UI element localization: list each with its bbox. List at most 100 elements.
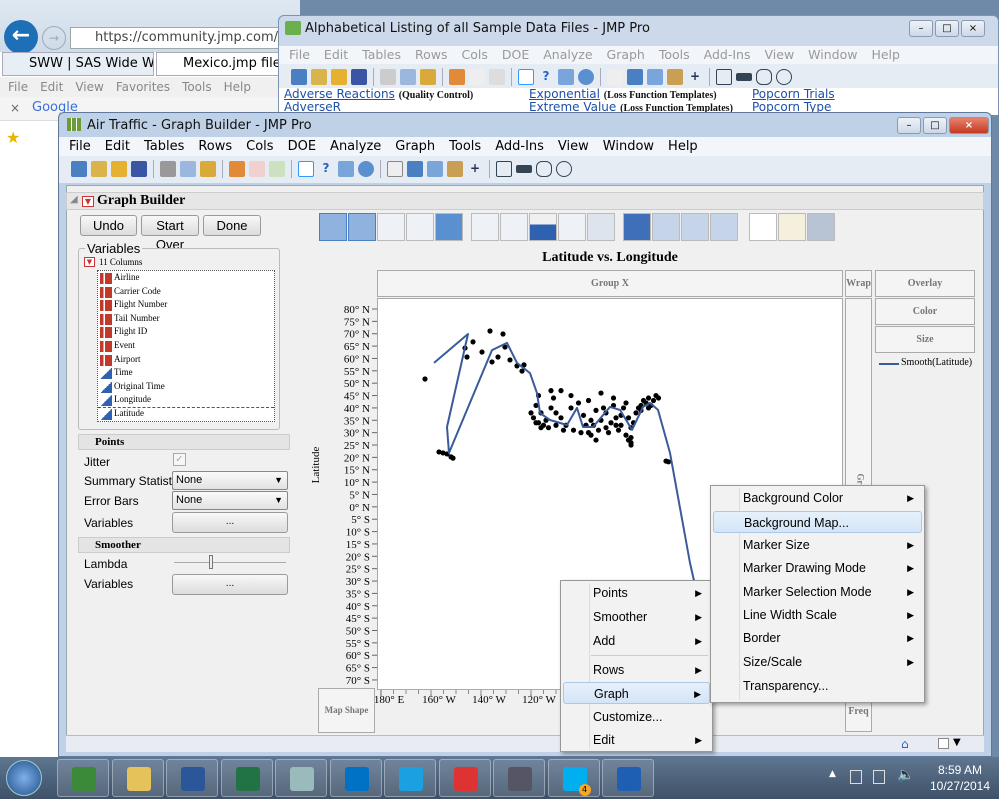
menu-item-edit[interactable]: Edit ▶ — [563, 729, 710, 751]
data-point — [633, 410, 639, 416]
y-tick-label: 35° N — [344, 415, 370, 427]
data-point — [580, 412, 587, 418]
menu-item-background-color[interactable]: Background Color ▶ — [713, 487, 922, 509]
submenu-arrow-icon: ▶ — [695, 636, 702, 646]
data-point — [553, 410, 559, 416]
data-point — [645, 405, 652, 411]
y-tick-label: 40° N — [344, 403, 370, 415]
data-point — [613, 422, 619, 428]
menu-item-size-scale[interactable]: Size/Scale ▶ — [713, 651, 922, 673]
y-tick-label: 65° N — [344, 341, 370, 353]
smoother-line — [433, 333, 696, 586]
submenu-arrow-icon: ▶ — [694, 689, 701, 699]
submenu-arrow-icon: ▶ — [907, 633, 914, 643]
data-point — [628, 442, 634, 448]
submenu-arrow-icon: ▶ — [907, 587, 914, 597]
menu-item-line-width-scale[interactable]: Line Width Scale ▶ — [713, 604, 922, 626]
data-point — [623, 400, 629, 406]
data-point — [558, 415, 564, 421]
y-tick-label: 5° S — [351, 514, 370, 526]
y-tick-label: 60° S — [346, 650, 370, 662]
data-point — [436, 449, 442, 455]
data-point — [470, 339, 476, 345]
menu-item-marker-selection-mode[interactable]: Marker Selection Mode ▶ — [713, 581, 922, 603]
menu-item-background-map[interactable]: Background Map... — [713, 511, 922, 533]
y-tick-label: 40° S — [346, 601, 370, 613]
submenu-arrow-icon: ▶ — [907, 610, 914, 620]
menu-item-marker-size[interactable]: Marker Size ▶ — [713, 534, 922, 556]
data-point — [538, 425, 544, 431]
y-tick-label: 35° S — [346, 588, 370, 600]
data-point — [560, 427, 567, 433]
data-point — [588, 432, 594, 438]
data-point — [558, 388, 564, 394]
submenu-arrow-icon: ▶ — [695, 612, 702, 622]
context-menu: Points ▶ Smoother ▶ Add ▶ Rows ▶ Graph ▶ Cust… — [560, 580, 713, 752]
data-point — [575, 400, 582, 406]
submenu-arrow-icon: ▶ — [907, 493, 914, 503]
submenu-arrow-icon: ▶ — [695, 665, 702, 675]
data-point — [585, 397, 592, 404]
data-point — [533, 420, 539, 426]
y-tick-label: 15° S — [346, 539, 370, 551]
y-tick-label: 75° N — [344, 316, 370, 328]
data-point — [600, 405, 607, 411]
data-point — [422, 376, 428, 382]
menu-item-border[interactable]: Border ▶ — [713, 627, 922, 649]
data-point — [545, 425, 552, 431]
y-tick-label: 20° N — [344, 452, 370, 464]
menu-item-customize[interactable]: Customize... — [563, 706, 710, 728]
data-point — [613, 415, 619, 421]
data-point — [615, 427, 622, 433]
data-point — [570, 427, 577, 433]
y-tick-label: 20° S — [346, 551, 370, 563]
submenu-arrow-icon: ▶ — [907, 563, 914, 573]
submenu-arrow-icon: ▶ — [907, 657, 914, 667]
data-point — [489, 359, 495, 365]
y-tick-label: 80° N — [344, 304, 370, 316]
menu-item-graph[interactable]: Graph ▶ — [563, 682, 710, 704]
data-point — [605, 430, 612, 436]
y-tick-label: 50° N — [344, 378, 370, 390]
menu-item-smoother[interactable]: Smoother ▶ — [563, 606, 710, 628]
y-tick-label: 5° N — [349, 489, 370, 501]
menu-item-add[interactable]: Add ▶ — [563, 630, 710, 652]
y-tick-label: 30° S — [346, 576, 370, 588]
data-point — [495, 354, 501, 360]
data-point — [610, 395, 617, 401]
data-point — [593, 407, 599, 413]
x-tick-label: 160° W — [422, 694, 456, 706]
y-tick-label: 0° N — [349, 502, 370, 514]
x-tick-label: 120° W — [522, 694, 556, 706]
data-point — [553, 422, 559, 428]
menu-item-rows[interactable]: Rows ▶ — [563, 659, 710, 681]
y-tick-label: 50° S — [346, 625, 370, 637]
data-point — [623, 432, 629, 438]
menu-item-marker-drawing-mode[interactable]: Marker Drawing Mode ▶ — [713, 557, 922, 579]
y-tick-label: 70° S — [346, 675, 370, 687]
data-point — [528, 410, 534, 416]
menu-item-transparency[interactable]: Transparency... — [713, 675, 922, 697]
y-tick-label: 25° S — [346, 564, 370, 576]
graph-submenu: Background Color ▶ Background Map... Mark… — [710, 485, 925, 703]
data-point — [568, 405, 574, 411]
data-point — [603, 425, 609, 431]
data-point — [593, 437, 599, 443]
menu-item-points[interactable]: Points ▶ — [563, 582, 710, 604]
data-point — [608, 420, 614, 426]
data-point — [550, 395, 557, 401]
data-point — [655, 395, 662, 401]
y-tick-label: 30° N — [344, 428, 370, 440]
y-tick-label: 15° N — [344, 465, 370, 477]
data-point — [568, 392, 574, 399]
data-point — [464, 354, 470, 360]
y-tick-label: 45° N — [344, 391, 370, 403]
data-point — [595, 427, 602, 433]
data-point — [507, 357, 513, 363]
submenu-arrow-icon: ▶ — [695, 735, 702, 745]
data-point — [578, 430, 584, 436]
data-point — [650, 397, 657, 404]
data-point — [588, 417, 594, 423]
menu-separator — [591, 655, 708, 656]
y-tick-label: 25° N — [344, 440, 370, 452]
